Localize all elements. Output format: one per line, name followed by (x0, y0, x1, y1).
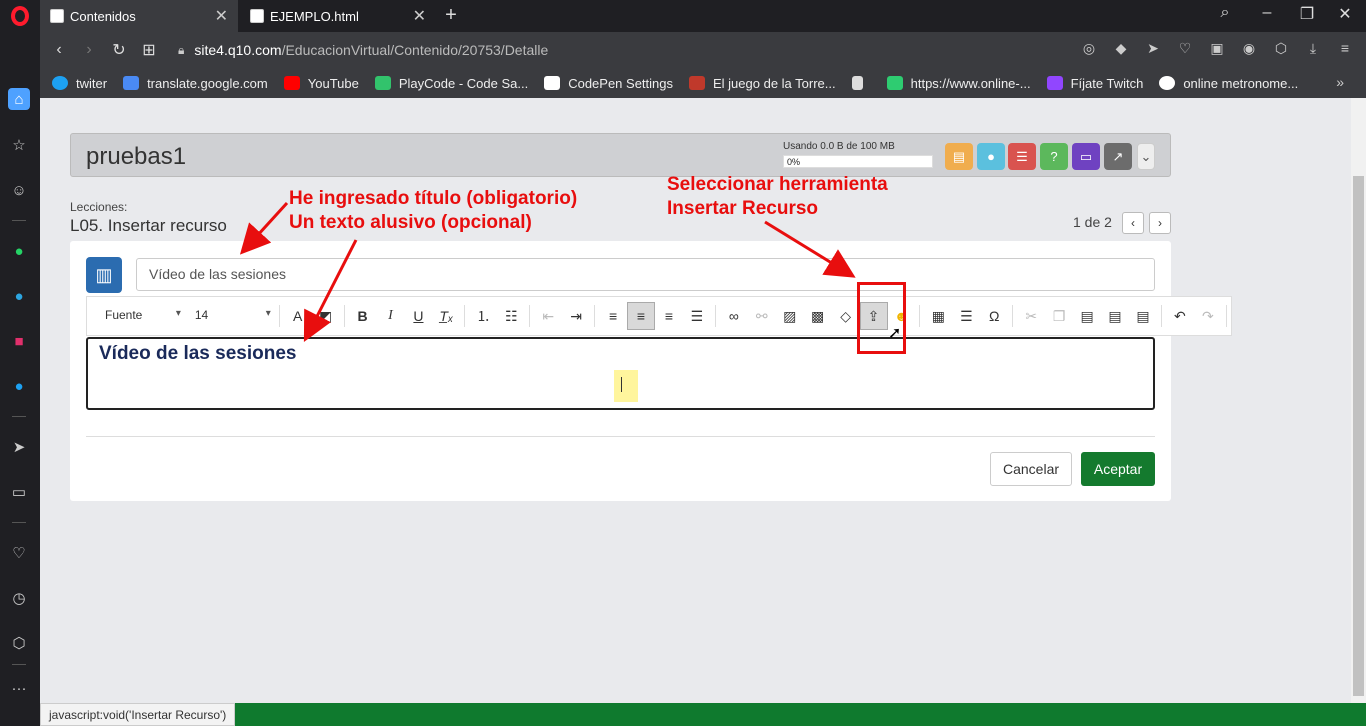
page-footer (40, 703, 1366, 726)
mouse-cursor-icon: ➚ (888, 325, 902, 342)
status-url: javascript:void('Insertar Recurso') (40, 703, 236, 726)
arrow-to-tool (764, 220, 856, 278)
arrow-to-title (239, 201, 289, 255)
annotation-arrows (239, 201, 856, 343)
arrow-to-editor (303, 239, 358, 343)
